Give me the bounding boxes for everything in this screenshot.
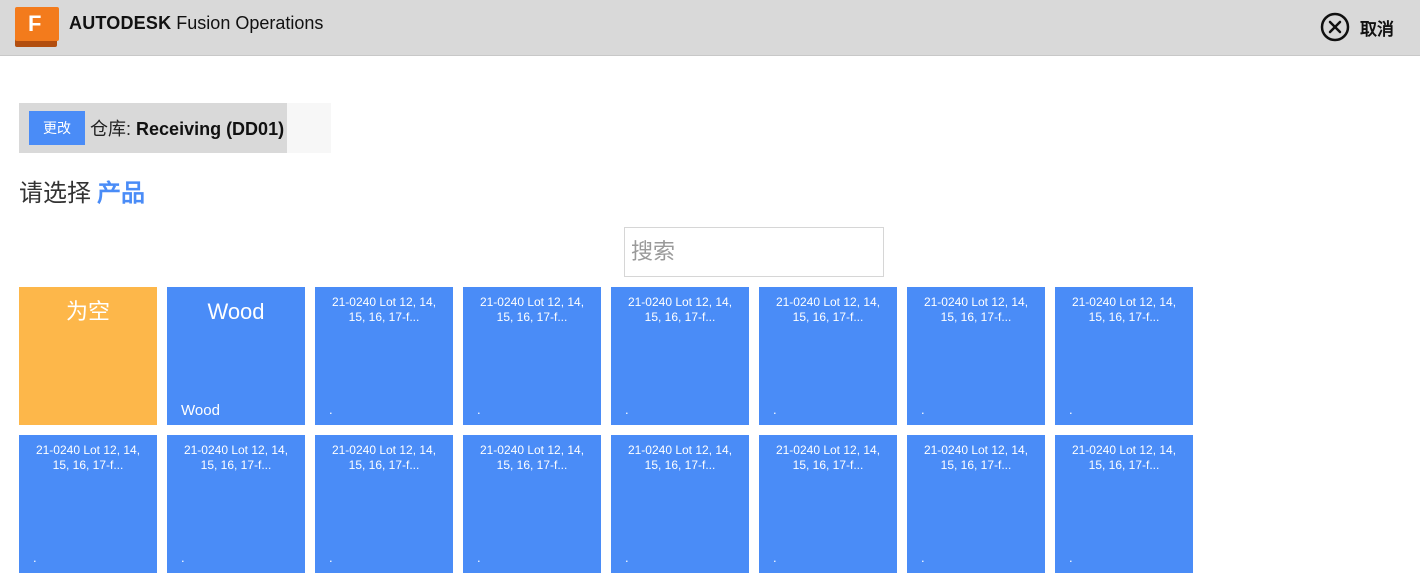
product-tile-title: 21-0240 Lot 12, 14, 15, 16, 17-f... [775,443,881,472]
product-tile[interactable]: Wood Wood [167,287,305,425]
product-tile[interactable]: 21-0240 Lot 12, 14, 15, 16, 17-f.... [463,435,601,573]
product-tile-title: 21-0240 Lot 12, 14, 15, 16, 17-f... [331,443,437,472]
product-tile-subtitle: . [921,550,925,565]
prompt-highlight: 产品 [97,180,145,207]
product-name: Fusion Operations [176,13,324,33]
page-prompt: 请选择 产品 [19,173,145,208]
product-tile-subtitle: . [329,402,333,417]
warehouse-bar: 更改 仓库: Receiving (DD01) [19,103,287,153]
product-tile-subtitle: . [773,550,777,565]
product-tile-title: Wood [207,299,265,324]
logo-letter: F [15,7,59,41]
brand-name: AUTODESK [69,13,172,33]
product-tile-subtitle: . [921,402,925,417]
product-tile-title: 21-0240 Lot 12, 14, 15, 16, 17-f... [479,295,585,324]
product-tile-subtitle: . [477,550,481,565]
close-circle-icon [1320,12,1350,42]
product-tile[interactable]: 21-0240 Lot 12, 14, 15, 16, 17-f.... [759,287,897,425]
product-tile-subtitle: . [33,550,37,565]
warehouse-label-text: 仓库: [90,119,132,139]
product-tile[interactable]: 21-0240 Lot 12, 14, 15, 16, 17-f.... [19,435,157,573]
fusion-logo: F [15,7,59,47]
product-tile[interactable]: 21-0240 Lot 12, 14, 15, 16, 17-f.... [167,435,305,573]
product-tile-empty[interactable]: 为空 [19,287,157,425]
product-tile-subtitle: . [329,550,333,565]
prompt-text: 请选择 [19,180,91,207]
product-tile-subtitle: . [773,402,777,417]
product-tile-title: 21-0240 Lot 12, 14, 15, 16, 17-f... [1071,295,1177,324]
product-tile[interactable]: 21-0240 Lot 12, 14, 15, 16, 17-f.... [759,435,897,573]
product-tile-subtitle: . [477,402,481,417]
product-tile[interactable]: 21-0240 Lot 12, 14, 15, 16, 17-f.... [1055,435,1193,573]
product-tile-title: 21-0240 Lot 12, 14, 15, 16, 17-f... [183,443,289,472]
product-tile-title: 21-0240 Lot 12, 14, 15, 16, 17-f... [1071,443,1177,472]
product-tile-title: 21-0240 Lot 12, 14, 15, 16, 17-f... [331,295,437,324]
product-tile-subtitle: . [625,550,629,565]
product-tile-subtitle: Wood [181,402,220,419]
product-tile[interactable]: 21-0240 Lot 12, 14, 15, 16, 17-f.... [315,435,453,573]
product-tile[interactable]: 21-0240 Lot 12, 14, 15, 16, 17-f.... [611,287,749,425]
product-tile-subtitle: . [625,402,629,417]
product-tile-subtitle: . [1069,402,1073,417]
change-warehouse-button[interactable]: 更改 [29,111,85,145]
app-header: F AUTODESK Fusion Operations 取消 [0,0,1420,56]
product-tile-subtitle: . [181,550,185,565]
product-tile-title: 21-0240 Lot 12, 14, 15, 16, 17-f... [923,443,1029,472]
product-tile[interactable]: 21-0240 Lot 12, 14, 15, 16, 17-f.... [315,287,453,425]
cancel-button[interactable]: 取消 [1320,10,1394,44]
warehouse-value: Receiving (DD01) [136,119,285,139]
product-tile-title: 21-0240 Lot 12, 14, 15, 16, 17-f... [627,443,733,472]
product-tile-title: 21-0240 Lot 12, 14, 15, 16, 17-f... [479,443,585,472]
product-tile-title: 21-0240 Lot 12, 14, 15, 16, 17-f... [627,295,733,324]
product-tile-title: 21-0240 Lot 12, 14, 15, 16, 17-f... [775,295,881,324]
product-tile[interactable]: 21-0240 Lot 12, 14, 15, 16, 17-f.... [1055,287,1193,425]
product-tile[interactable]: 21-0240 Lot 12, 14, 15, 16, 17-f.... [907,435,1045,573]
cancel-label: 取消 [1360,19,1394,39]
product-tile[interactable]: 21-0240 Lot 12, 14, 15, 16, 17-f.... [907,287,1045,425]
search-input[interactable] [624,227,884,277]
app-title: AUTODESK Fusion Operations [69,13,323,34]
product-tile[interactable]: 21-0240 Lot 12, 14, 15, 16, 17-f.... [611,435,749,573]
warehouse-bar-shadow [287,103,331,153]
product-tile[interactable]: 21-0240 Lot 12, 14, 15, 16, 17-f.... [463,287,601,425]
product-tile-title: 21-0240 Lot 12, 14, 15, 16, 17-f... [35,443,141,472]
product-tile-title: 21-0240 Lot 12, 14, 15, 16, 17-f... [923,295,1029,324]
warehouse-label: 仓库: Receiving (DD01) [90,115,284,141]
product-tile-subtitle: . [1069,550,1073,565]
product-tile-title: 为空 [65,299,110,324]
